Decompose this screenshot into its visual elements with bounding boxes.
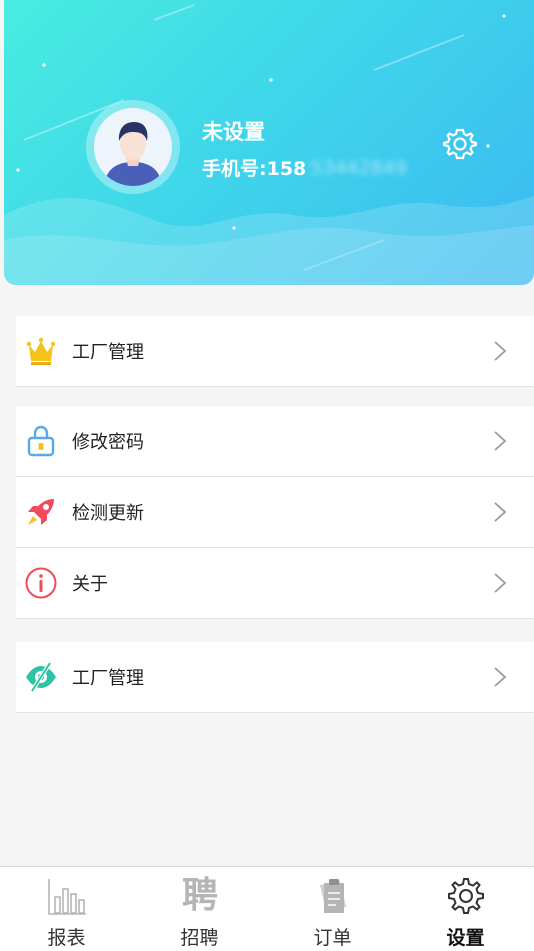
settings-gear-icon[interactable] xyxy=(443,127,477,161)
phone-prefix: 手机号:158 xyxy=(202,158,307,180)
chevron-right-icon xyxy=(494,667,507,687)
rocket-icon xyxy=(28,499,54,525)
tab-report[interactable]: 报表 xyxy=(0,867,133,951)
menu-group-factory: 工厂管理 xyxy=(16,316,534,387)
crown-icon xyxy=(26,337,56,365)
chevron-right-icon xyxy=(494,431,507,451)
menu-group-factory-2: 工厂管理 xyxy=(16,642,534,713)
recruit-icon: 聘 xyxy=(181,874,218,916)
tab-settings[interactable]: 设置 xyxy=(399,867,532,951)
chevron-right-icon xyxy=(494,341,507,361)
order-icon xyxy=(320,879,346,913)
profile-header: 未设置 手机号:158 53442849 xyxy=(4,0,534,285)
chevron-right-icon xyxy=(494,573,507,593)
menu-item-label: 检测更新 xyxy=(72,503,144,524)
menu-item-label: 关于 xyxy=(72,574,108,595)
menu-item-factory-management[interactable]: 工厂管理 xyxy=(16,316,534,387)
info-icon xyxy=(25,567,57,599)
chevron-right-icon xyxy=(494,502,507,522)
bottom-tab-bar: 报表 聘 招聘 订单 设置 xyxy=(0,866,534,951)
user-phone: 手机号:158 53442849 xyxy=(202,154,407,181)
tab-label: 报表 xyxy=(47,927,86,949)
phone-masked-digits: 53442849 xyxy=(310,156,407,179)
menu-item-change-password[interactable]: 修改密码 xyxy=(16,406,534,477)
eye-slash-icon xyxy=(26,661,56,693)
menu-item-factory-management-2[interactable]: 工厂管理 xyxy=(16,642,534,713)
tab-label: 订单 xyxy=(313,927,352,949)
user-name: 未设置 xyxy=(202,120,265,144)
menu-item-label: 修改密码 xyxy=(72,432,144,453)
lock-icon xyxy=(27,425,55,457)
tab-recruit[interactable]: 聘 招聘 xyxy=(133,867,266,951)
menu-item-about[interactable]: 关于 xyxy=(16,548,534,619)
avatar[interactable] xyxy=(86,100,180,194)
menu-item-check-update[interactable]: 检测更新 xyxy=(16,477,534,548)
avatar-person-icon xyxy=(104,122,162,186)
chart-icon xyxy=(48,879,86,915)
menu-group-account: 修改密码 检测更新 关于 xyxy=(16,406,534,619)
gear-icon xyxy=(448,878,484,914)
menu-item-label: 工厂管理 xyxy=(72,668,144,689)
tab-label: 设置 xyxy=(446,927,485,949)
tab-order[interactable]: 订单 xyxy=(266,867,399,951)
tab-label: 招聘 xyxy=(180,927,219,949)
menu-item-label: 工厂管理 xyxy=(72,342,144,363)
